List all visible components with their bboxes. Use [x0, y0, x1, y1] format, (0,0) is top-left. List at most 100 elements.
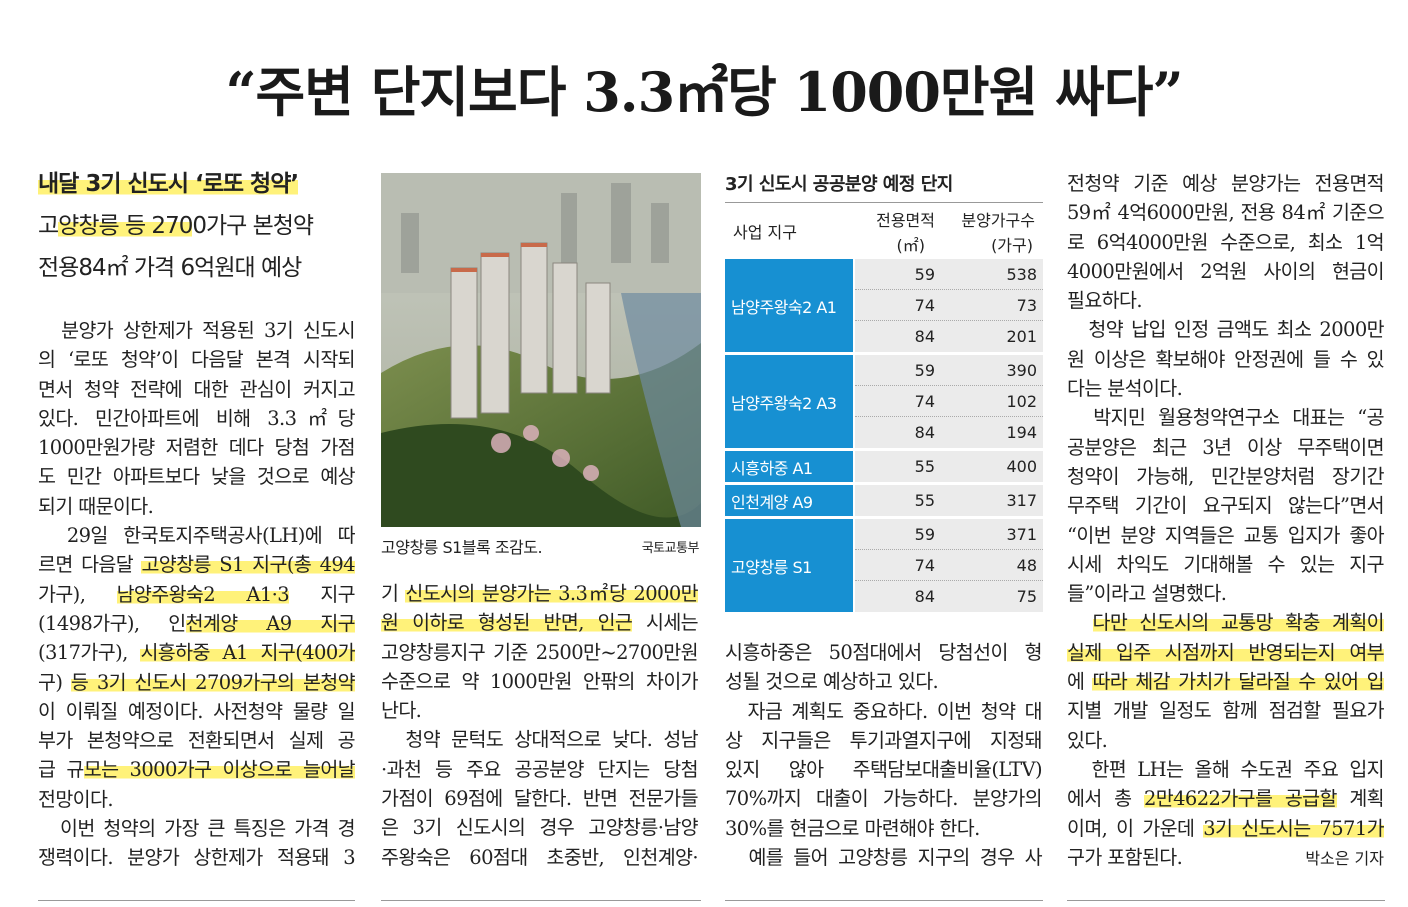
text-segment: 부가 본청약으로 전환되면서 실제 공: [38, 729, 356, 753]
text-segment: [1067, 611, 1093, 634]
caption-text: 고양창릉 S1블록 조감도.: [381, 538, 543, 557]
text-segment: 의 ‘로또 청약’이 다음달 본격 시작되: [38, 348, 356, 372]
text-line: 이며, 이 가운데 3기 신도시는 7571가: [1067, 814, 1385, 843]
text-segment: 이번 청약의 가장 큰 특징은 가격 경: [38, 817, 356, 841]
text-segment: “이번 분양 지역들은 교통 입지가 좋아: [1067, 523, 1385, 547]
area-cell: 55: [914, 457, 935, 476]
text-segment: 59㎡ 4억6000만원, 전용 84㎡ 기준으: [1067, 201, 1385, 225]
text-segment: 전청약 기준 예상 분양가는 전용면적: [1067, 172, 1385, 195]
table-group: 시흥하중 A1 55 400: [725, 451, 1043, 482]
text-segment: 성될 것으로 예상하고 있다.: [725, 670, 939, 694]
highlighted-text: 양창릉 등 270: [58, 213, 193, 239]
highlighted-text: 실제 입주 시점까지 반영되는지 여부: [1067, 640, 1385, 664]
text-segment: 자금 계획도 중요하다. 이번 청약 대: [725, 699, 1043, 723]
district-table: 3기 신도시 공공분양 예정 단지 사업 지구 전용면적 (㎡) 분양가구수 (…: [725, 170, 1043, 615]
text-line: 난다.: [381, 696, 698, 725]
text-line: 다는 분석이다.: [1067, 374, 1384, 403]
text-line: 29일 한국토지주택공사(LH)에 따: [38, 521, 356, 550]
text-segment: 있지 않아 주택담보대출비율(LTV): [725, 758, 1043, 782]
text-segment: 기: [381, 582, 406, 605]
text-segment: 청약 문턱도 상대적으로 낮다. 성남: [381, 728, 698, 752]
area-cell: 59: [914, 361, 935, 380]
area-cell: 84: [914, 423, 935, 442]
text-line: 필요하다.: [1067, 286, 1384, 315]
units-cell: 48: [1016, 556, 1037, 575]
text-line: 수준으로 약 1000만원 안팎의 차이가: [381, 667, 699, 696]
units-cell: 371: [1006, 525, 1037, 544]
text-line: 무주택 기간이 요구되지 않는다”면서: [1067, 491, 1385, 520]
text-line: 상 지구들은 투기과열지구에 지정돼: [725, 726, 1043, 755]
text-segment: 30%를 현금으로 마련해야 한다.: [725, 816, 980, 840]
district-cell: 인천계양 A9: [725, 485, 853, 516]
text-line: 시세 차익도 기대해볼 수 있는 지구: [1067, 550, 1385, 579]
text-segment: 구가 포함된다.: [1067, 845, 1183, 869]
text-line: 고양창릉 등 2700가구 본청약: [38, 205, 355, 247]
highlighted-text: 원 이하로 형성된 반면, 인근: [381, 611, 633, 635]
text-segment: 쟁력이다. 분양가 상한제가 적용돼 3: [38, 846, 356, 870]
text-line: 전망이다.: [38, 785, 355, 814]
text-segment: 로 6억4000만원 수준으로, 최소 1억: [1067, 230, 1385, 254]
text-segment: 시세는: [632, 611, 699, 635]
units-cell: 538: [1006, 265, 1037, 284]
text-line: 고양창릉지구 기준 2500만~2700만원: [381, 638, 699, 667]
table-row: 55 317: [855, 485, 1043, 516]
text-line: 되기 때문이다.: [38, 492, 355, 521]
table-group: 고양창릉 S1 59 371 74 48 84 75: [725, 519, 1043, 612]
text-segment: 들”이라고 설명했다.: [1067, 582, 1227, 606]
text-line: 기 신도시의 분양가는 3.3㎡당 2000만: [381, 579, 699, 608]
text-line: “이번 분양 지역들은 교통 입지가 좋아: [1067, 521, 1385, 550]
text-line: 예를 들어 고양창릉 지구의 경우 사: [725, 843, 1042, 872]
table-row: 84 194: [855, 417, 1043, 448]
text-line: 주왕숙은 60점대 초중반, 인천계양·: [381, 843, 699, 872]
highlighted-text: 남양주왕숙2 A1·3: [116, 582, 290, 606]
table-row: 55 400: [855, 451, 1043, 482]
highlighted-text: 고양창릉 S1 지구(총 494: [141, 553, 356, 577]
district-cell: 시흥하중 A1: [725, 451, 853, 482]
text-segment: (1498가구), 인: [38, 611, 186, 635]
text-segment: 면서 청약 전략에 대한 관심이 커지고: [38, 377, 356, 401]
text-line: 원 이상은 확보해야 안정권에 들 수 있: [1067, 345, 1385, 374]
units-cell: 400: [1006, 457, 1037, 476]
text-segment: 난다.: [381, 699, 422, 723]
area-cell: 74: [914, 392, 935, 411]
text-segment: 고: [38, 213, 59, 239]
text-segment: 시흥하중은 50점대에서 당첨선이 형: [725, 641, 1043, 664]
text-line: 전청약 기준 예상 분양가는 전용면적: [1067, 169, 1385, 198]
units-cell: 194: [1006, 423, 1037, 442]
text-segment: 가구),: [38, 582, 117, 606]
text-segment: 있다. 민간아파트에 비해 3.3㎡당: [38, 406, 356, 430]
text-segment: (317가구),: [38, 641, 141, 665]
article-column-2: 기 신도시의 분양가는 3.3㎡당 2000만 원 이하로 형성된 반면, 인근 …: [381, 579, 699, 872]
text-line: 70%까지 대출이 가능하다. 분양가의: [725, 784, 1043, 813]
text-segment: 지별 개발 일정도 함께 점검할 필요가: [1067, 699, 1385, 723]
units-cell: 73: [1016, 296, 1037, 315]
text-segment: 가점이 69점에 달한다. 반면 전문가들: [381, 787, 699, 811]
highlighted-text: 다만 신도시의 교통망 확충 계획이: [1092, 611, 1385, 635]
text-segment: 구): [38, 670, 71, 694]
text-segment: 29일 한국토지주택공사(LH)에 따: [38, 524, 356, 548]
text-line: 부가 본청약으로 전환되면서 실제 공: [38, 726, 356, 755]
table-row: 59 390: [855, 355, 1043, 386]
highlighted-text: 신도시의 분양가는 3.3㎡당 2000만: [405, 582, 699, 605]
text-segment: 에: [1067, 670, 1093, 694]
table-row: 74 102: [855, 386, 1043, 417]
text-line: 청약 납입 인정 금액도 최소 2000만: [1067, 315, 1384, 344]
table-row: 59 371: [855, 519, 1043, 550]
text-line: 면서 청약 전략에 대한 관심이 커지고: [38, 375, 356, 404]
text-line: 가구), 남양주왕숙2 A1·3 지구: [38, 580, 356, 609]
text-line: 원 이하로 형성된 반면, 인근 시세는: [381, 608, 699, 637]
highlighted-text: 시흥하중 A1 지구(400가: [140, 641, 356, 665]
article-column-4: 전청약 기준 예상 분양가는 전용면적 59㎡ 4억6000만원, 전용 84㎡ …: [1067, 169, 1385, 872]
text-line: 은 3기 신도시의 경우 고양창릉·남양: [381, 813, 699, 842]
text-line: 청약이 가능해, 민간분양처럼 장기간: [1067, 462, 1385, 491]
text-line: 급 규모는 3000가구 이상으로 늘어날: [38, 755, 356, 784]
text-segment: 공분양은 최근 3년 이상 무주택이면: [1067, 435, 1385, 459]
area-cell: 84: [914, 327, 935, 346]
text-line: 자금 계획도 중요하다. 이번 청약 대: [725, 697, 1043, 726]
text-line: 실제 입주 시점까지 반영되는지 여부: [1067, 638, 1385, 667]
text-segment: 급 규: [38, 758, 84, 782]
text-line: 분양가 상한제가 적용된 3기 신도시: [38, 316, 355, 345]
text-segment: 전용84㎡ 가격 6억원대 예상: [38, 255, 302, 281]
district-cell: 남양주왕숙2 A1: [725, 259, 853, 352]
header-units: 분양가구수: [961, 211, 1035, 230]
